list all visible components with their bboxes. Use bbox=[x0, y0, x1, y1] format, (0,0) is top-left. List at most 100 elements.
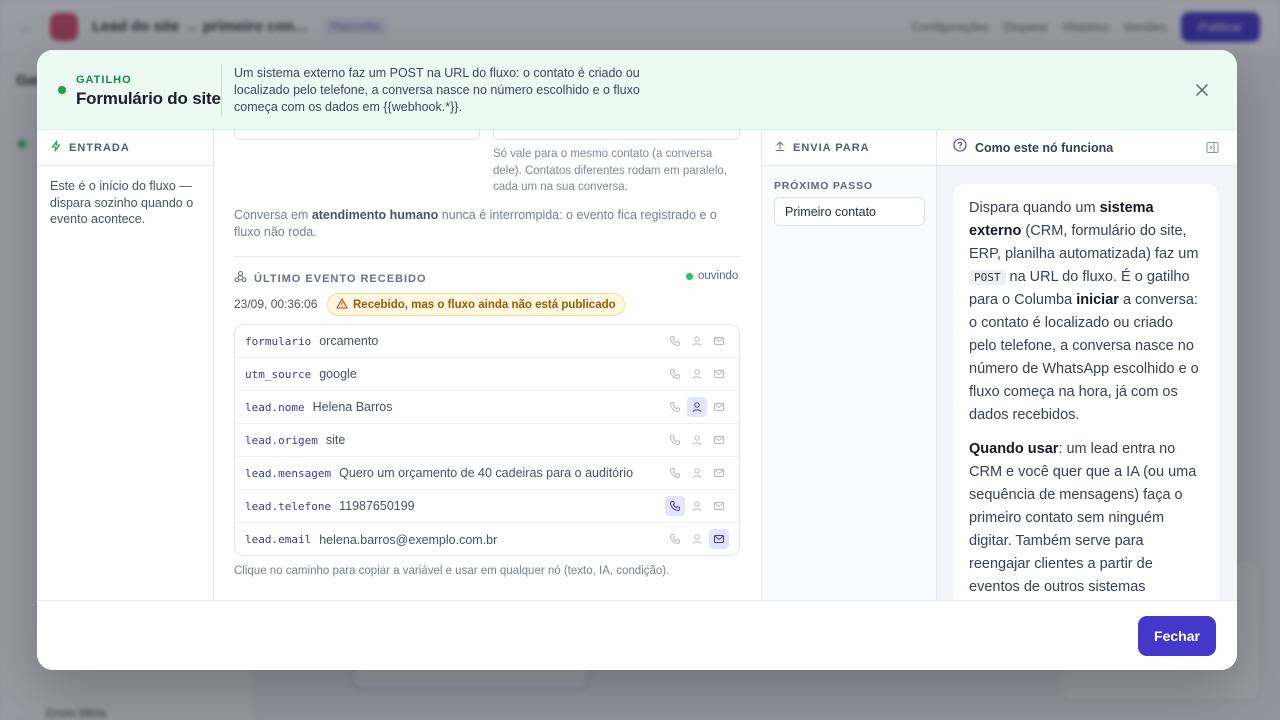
mail-icon[interactable] bbox=[709, 496, 729, 516]
listening-status: ouvindo bbox=[686, 270, 738, 282]
phone-icon[interactable] bbox=[665, 529, 685, 549]
phone-icon[interactable] bbox=[665, 331, 685, 351]
help-text: a conversa: o contato é localizado ou cr… bbox=[969, 292, 1199, 423]
payload-row[interactable]: utm_source google bbox=[235, 358, 739, 391]
help-header: Como este nó funciona bbox=[937, 130, 1237, 166]
collapse-panel-icon[interactable] bbox=[1206, 141, 1219, 159]
phone-icon[interactable] bbox=[665, 496, 685, 516]
mail-icon[interactable] bbox=[709, 397, 729, 417]
payload-key[interactable]: lead.email bbox=[245, 533, 311, 546]
trigger-status-dot bbox=[58, 86, 66, 94]
upload-arrow-icon bbox=[774, 139, 786, 157]
person-icon[interactable] bbox=[687, 364, 707, 384]
help-bold: Quando usar bbox=[969, 441, 1059, 457]
help-paragraph-what: Dispara quando um sistema externo (CRM, … bbox=[969, 197, 1203, 427]
close-button[interactable]: Fechar bbox=[1138, 616, 1216, 656]
help-bold: iniciar bbox=[1076, 292, 1119, 308]
payload-key[interactable]: lead.nome bbox=[245, 401, 305, 414]
event-timestamp: 23/09, 00:36:06 bbox=[234, 297, 318, 311]
payload-actions bbox=[665, 463, 729, 483]
node-kind: GATILHO bbox=[76, 74, 132, 86]
webhook-icon bbox=[234, 270, 247, 288]
copy-variable-hint: Clique no caminho para copiar a variável… bbox=[234, 565, 670, 577]
close-icon[interactable] bbox=[1192, 80, 1212, 100]
sends-to-column: ENVIA PARA PRÓXIMO PASSO Primeiro contat… bbox=[761, 130, 937, 600]
payload-row[interactable]: lead.telefone 11987650199 bbox=[235, 490, 739, 523]
help-code: POST bbox=[969, 270, 1006, 285]
header-divider bbox=[221, 64, 222, 116]
payload-row[interactable]: lead.nome Helena Barros bbox=[235, 391, 739, 424]
node-description: Um sistema externo faz um POST na URL do… bbox=[234, 66, 640, 114]
help-text: Dispara quando um bbox=[969, 200, 1100, 216]
payload-value: Quero um orçamento de 40 cadeiras para o… bbox=[339, 466, 634, 480]
node-title: Formulário do site bbox=[76, 89, 221, 108]
last-event-heading: ÚLTIMO EVENTO RECEBIDO bbox=[254, 273, 427, 285]
section-divider bbox=[234, 256, 740, 257]
phone-icon[interactable] bbox=[665, 463, 685, 483]
config-input[interactable] bbox=[493, 130, 740, 140]
payload-actions bbox=[665, 331, 729, 351]
mail-icon[interactable] bbox=[709, 364, 729, 384]
phone-icon[interactable] bbox=[665, 430, 685, 450]
person-icon[interactable] bbox=[687, 496, 707, 516]
payload-actions bbox=[665, 529, 729, 549]
payload-row[interactable]: lead.mensagem Quero um orçamento de 40 ca… bbox=[235, 457, 739, 490]
entry-text: Este é o início do fluxo — dispara sozin… bbox=[50, 179, 194, 226]
person-icon[interactable] bbox=[687, 529, 707, 549]
phone-icon[interactable] bbox=[665, 364, 685, 384]
help-card: Dispara quando um sistema externo (CRM, … bbox=[953, 184, 1219, 624]
payload-actions bbox=[665, 364, 729, 384]
payload-value: google bbox=[319, 367, 357, 381]
phone-icon[interactable] bbox=[665, 397, 685, 417]
mail-icon[interactable] bbox=[709, 463, 729, 483]
human-note-prefix: Conversa em bbox=[234, 208, 312, 222]
help-paragraph-when: Quando usar: um lead entra no CRM e você… bbox=[969, 438, 1203, 599]
help-heading: Como este nó funciona bbox=[975, 140, 1114, 155]
payload-row[interactable]: lead.origem site bbox=[235, 424, 739, 457]
payload-value: helena.barros@exemplo.com.br bbox=[319, 532, 498, 547]
warning-icon bbox=[336, 297, 348, 312]
payload-key[interactable]: lead.origem bbox=[245, 434, 318, 447]
listening-dot bbox=[686, 272, 693, 280]
entry-header: ENTRADA bbox=[37, 130, 213, 166]
person-icon[interactable] bbox=[687, 430, 707, 450]
mail-icon[interactable] bbox=[709, 430, 729, 450]
payload-key[interactable]: formulario bbox=[245, 335, 311, 348]
sends-to-header: ENVIA PARA bbox=[762, 130, 936, 166]
payload-actions bbox=[665, 496, 729, 516]
mail-icon[interactable] bbox=[709, 529, 729, 549]
person-icon[interactable] bbox=[687, 331, 707, 351]
config-input[interactable] bbox=[234, 130, 480, 140]
payload-row[interactable]: formulario orcamento bbox=[235, 325, 739, 358]
entry-column: ENTRADA Este é o início do fluxo — dispa… bbox=[37, 130, 214, 600]
scope-note: Só vale para o mesmo contato (a conversa… bbox=[493, 148, 727, 193]
modal-footer: Fechar bbox=[37, 600, 1237, 670]
listening-label: ouvindo bbox=[698, 270, 739, 282]
payload-actions bbox=[665, 397, 729, 417]
help-text: : um lead entra no CRM e você quer que a… bbox=[969, 441, 1197, 595]
modal-header: GATILHO Formulário do site Um sistema ex… bbox=[37, 50, 1237, 130]
entry-heading: ENTRADA bbox=[69, 141, 130, 154]
payload-actions bbox=[665, 430, 729, 450]
lightning-icon bbox=[50, 139, 62, 157]
mail-icon[interactable] bbox=[709, 331, 729, 351]
sends-to-heading: ENVIA PARA bbox=[793, 141, 870, 154]
person-icon[interactable] bbox=[687, 463, 707, 483]
warning-badge: Recebido, mas o fluxo ainda não está pub… bbox=[327, 293, 625, 316]
event-payload-table: formulario orcamento utm_source google lead.… bbox=[234, 324, 740, 556]
payload-value: 11987650199 bbox=[339, 499, 415, 513]
human-attendance-note: Conversa em atendimento humano nunca é i… bbox=[234, 207, 739, 240]
payload-key[interactable]: utm_source bbox=[245, 368, 311, 381]
last-event-header: ÚLTIMO EVENTO RECEBIDO bbox=[234, 270, 427, 288]
human-note-bold: atendimento humano bbox=[311, 208, 439, 222]
person-icon[interactable] bbox=[687, 397, 707, 417]
payload-key[interactable]: lead.mensagem bbox=[245, 467, 331, 480]
payload-row[interactable]: lead.email helena.barros@exemplo.com.br bbox=[235, 523, 739, 555]
node-modal: GATILHO Formulário do site Um sistema ex… bbox=[37, 50, 1237, 670]
warning-text: Recebido, mas o fluxo ainda não está pub… bbox=[353, 298, 616, 311]
payload-value: site bbox=[325, 433, 346, 447]
payload-key[interactable]: lead.telefone bbox=[245, 500, 331, 513]
next-step-select[interactable]: Primeiro contato bbox=[774, 197, 925, 226]
question-circle-icon bbox=[953, 138, 967, 157]
config-column: Só vale para o mesmo contato (a conversa… bbox=[214, 130, 761, 600]
